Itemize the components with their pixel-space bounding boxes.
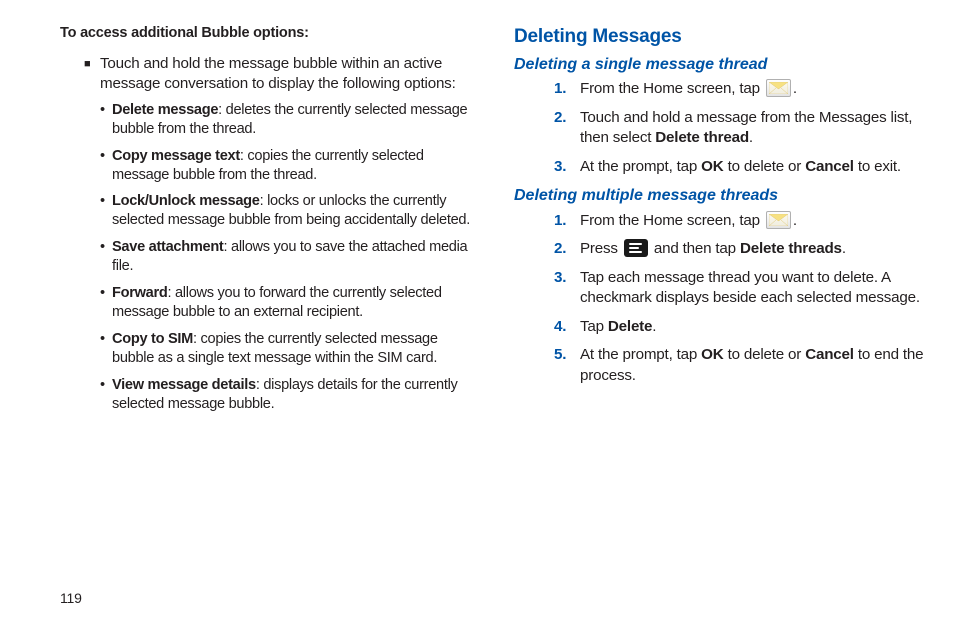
messaging-icon xyxy=(766,211,791,229)
list-item: •Copy to SIM: copies the currently selec… xyxy=(100,330,476,368)
messaging-icon xyxy=(766,79,791,97)
step: From the Home screen, tap . xyxy=(554,79,930,100)
left-column: To access additional Bubble options: ■ T… xyxy=(60,24,476,422)
square-bullet-item: ■ Touch and hold the message bubble with… xyxy=(84,54,476,95)
step: From the Home screen, tap . xyxy=(554,211,930,232)
columns: To access additional Bubble options: ■ T… xyxy=(60,24,924,422)
section-heading: Deleting Messages xyxy=(514,24,930,50)
subsection-heading: Deleting a single message thread xyxy=(514,54,930,76)
square-bullet-text: Touch and hold the message bubble within… xyxy=(100,54,476,95)
list-item: •Save attachment: allows you to save the… xyxy=(100,238,476,276)
list-item: •Copy message text: copies the currently… xyxy=(100,147,476,185)
page: To access additional Bubble options: ■ T… xyxy=(0,0,954,636)
subsection-heading: Deleting multiple message threads xyxy=(514,185,930,207)
menu-key-icon xyxy=(624,239,648,257)
page-number: 119 xyxy=(60,589,82,608)
list-item: •Lock/Unlock message: locks or unlocks t… xyxy=(100,192,476,230)
step: At the prompt, tap OK to delete or Cance… xyxy=(554,157,930,178)
step: At the prompt, tap OK to delete or Cance… xyxy=(554,345,930,386)
steps-multiple-threads: From the Home screen, tap . Press and th… xyxy=(514,211,930,387)
list-item: •Forward: allows you to forward the curr… xyxy=(100,284,476,322)
step: Tap Delete. xyxy=(554,317,930,338)
square-bullet-marker: ■ xyxy=(84,54,100,95)
bubble-options-heading: To access additional Bubble options: xyxy=(60,24,476,44)
step: Tap each message thread you want to dele… xyxy=(554,268,930,309)
bubble-options-list: •Delete message: deletes the currently s… xyxy=(100,101,476,415)
steps-single-thread: From the Home screen, tap . Touch and ho… xyxy=(514,79,930,177)
step: Press and then tap Delete threads. xyxy=(554,239,930,260)
right-column: Deleting Messages Deleting a single mess… xyxy=(514,24,930,422)
list-item: •Delete message: deletes the currently s… xyxy=(100,101,476,139)
step: Touch and hold a message from the Messag… xyxy=(554,108,930,149)
list-item: •View message details: displays details … xyxy=(100,376,476,414)
